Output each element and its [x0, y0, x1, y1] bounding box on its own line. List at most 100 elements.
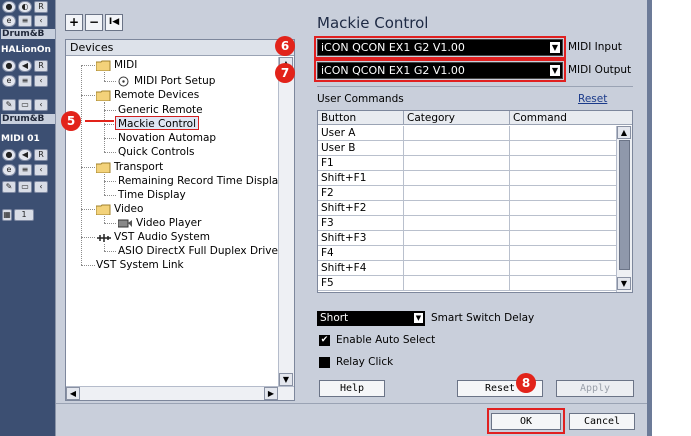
cell-category[interactable] [404, 171, 510, 186]
tree-item-midi[interactable]: MIDI [114, 58, 137, 72]
relay-click-checkbox[interactable] [319, 357, 330, 368]
table-row[interactable]: Shift+F1 [318, 171, 616, 186]
table-row[interactable]: F5 [318, 276, 616, 291]
table-row[interactable]: F3 [318, 216, 616, 231]
cell-command[interactable] [510, 231, 616, 246]
add-device-button[interactable]: + [65, 14, 83, 31]
tree-item-video-player[interactable]: Video Player [136, 216, 201, 230]
scroll-right-icon[interactable]: ▶ [264, 387, 278, 400]
smart-switch-delay-select[interactable]: Short ▼ [317, 311, 425, 326]
cell-category[interactable] [404, 201, 510, 216]
solo-icon[interactable]: ◐ [18, 1, 32, 13]
cell-category[interactable] [404, 216, 510, 231]
cancel-button[interactable]: Cancel [569, 413, 635, 430]
pencil-icon[interactable]: ✎ [2, 99, 16, 111]
table-row[interactable]: F1 [318, 156, 616, 171]
tree-item-mackie-control[interactable]: Mackie Control [115, 116, 200, 130]
track-name[interactable]: HALionOn [1, 45, 51, 55]
cell-category[interactable] [404, 141, 510, 156]
arrow-icon[interactable]: ‹ [34, 181, 48, 193]
arrow-icon[interactable]: ‹ [34, 75, 48, 87]
cell-command[interactable] [510, 276, 616, 291]
cell-command[interactable] [510, 171, 616, 186]
table-row[interactable]: User B [318, 141, 616, 156]
tree-item-vst-system-link[interactable]: VST System Link [96, 258, 184, 272]
edit-icon[interactable]: e [2, 164, 16, 176]
column-header-command[interactable]: Command [510, 111, 632, 125]
table-vertical-scrollbar[interactable]: ▲ ▼ [616, 126, 632, 292]
cell-category[interactable] [404, 126, 510, 141]
reset-device-button[interactable]: I◀ [105, 14, 123, 31]
cell-command[interactable] [510, 141, 616, 156]
cell-category[interactable] [404, 246, 510, 261]
tree-item-generic-remote[interactable]: Generic Remote [118, 103, 203, 117]
list-icon[interactable]: ≡ [18, 164, 32, 176]
cell-command[interactable] [510, 201, 616, 216]
record-icon[interactable]: ● [2, 60, 16, 72]
cell-category[interactable] [404, 231, 510, 246]
track-number[interactable]: 1 [14, 209, 34, 221]
tree-item-remote-devices[interactable]: Remote Devices [114, 88, 199, 102]
tree-vertical-scrollbar[interactable]: ▲ ▼ [278, 57, 294, 387]
table-row[interactable]: Shift+F4 [318, 261, 616, 276]
tree-item-novation-automap[interactable]: Novation Automap [118, 131, 216, 145]
track-name[interactable]: MIDI 01 [1, 134, 40, 144]
tree-item-vst-audio-system[interactable]: VST Audio System [114, 230, 210, 244]
tree-item-remaining-record-time[interactable]: Remaining Record Time Display [118, 174, 284, 188]
tree-item-asio-driver[interactable]: ASIO DirectX Full Duplex Driver [118, 244, 282, 258]
table-row[interactable]: User A [318, 126, 616, 141]
read-icon[interactable]: R [34, 149, 48, 161]
monitor-icon[interactable]: ◀ [18, 149, 32, 161]
table-row[interactable]: Shift+F2 [318, 201, 616, 216]
record-icon[interactable]: ● [2, 149, 16, 161]
read-icon[interactable]: R [34, 1, 48, 13]
scroll-down-icon[interactable]: ▼ [617, 277, 631, 290]
track-name[interactable]: Drum&B [1, 29, 55, 39]
chevron-down-icon[interactable]: ▼ [414, 313, 423, 323]
table-row[interactable]: F4 [318, 246, 616, 261]
tree-item-quick-controls[interactable]: Quick Controls [118, 145, 194, 159]
help-button[interactable]: Help [319, 380, 385, 397]
cell-category[interactable] [404, 186, 510, 201]
scroll-left-icon[interactable]: ◀ [66, 387, 80, 400]
apply-button[interactable]: Apply [556, 380, 634, 397]
scroll-thumb[interactable] [619, 140, 630, 270]
table-row[interactable]: Shift+F3 [318, 231, 616, 246]
tree-item-time-display[interactable]: Time Display [118, 188, 186, 202]
mute-icon[interactable]: ● [2, 1, 16, 13]
scroll-down-icon[interactable]: ▼ [279, 373, 293, 386]
edit-icon[interactable]: e [2, 75, 16, 87]
arrow-icon[interactable]: ‹ [34, 15, 48, 27]
cell-command[interactable] [510, 186, 616, 201]
folder-icon[interactable]: ▭ [18, 181, 32, 193]
tree-item-midi-port-setup[interactable]: MIDI Port Setup [134, 74, 215, 88]
enable-auto-select-checkbox[interactable]: ✔ [319, 335, 330, 346]
table-row[interactable]: F2 [318, 186, 616, 201]
tree-horizontal-scrollbar[interactable]: ◀ ▶ [66, 386, 294, 400]
cell-command[interactable] [510, 126, 616, 141]
cell-category[interactable] [404, 156, 510, 171]
monitor-icon[interactable]: ◀ [18, 60, 32, 72]
cell-category[interactable] [404, 261, 510, 276]
track-name[interactable]: Drum&B [1, 114, 55, 124]
arrow-icon[interactable]: ‹ [34, 164, 48, 176]
cell-command[interactable] [510, 216, 616, 231]
cell-command[interactable] [510, 246, 616, 261]
column-header-button[interactable]: Button [318, 111, 404, 125]
arrow-icon[interactable]: ‹ [34, 99, 48, 111]
list-icon[interactable]: ≡ [18, 15, 32, 27]
scroll-up-icon[interactable]: ▲ [617, 126, 631, 139]
list-icon[interactable]: ≡ [18, 75, 32, 87]
read-icon[interactable]: R [34, 60, 48, 72]
tree-item-video[interactable]: Video [114, 202, 143, 216]
edit-icon[interactable]: e [2, 15, 16, 27]
folder-icon[interactable]: ▭ [18, 99, 32, 111]
cell-command[interactable] [510, 156, 616, 171]
remove-device-button[interactable]: − [85, 14, 103, 31]
cell-command[interactable] [510, 261, 616, 276]
tree-item-transport[interactable]: Transport [114, 160, 163, 174]
column-header-category[interactable]: Category [404, 111, 510, 125]
pencil-icon[interactable]: ✎ [2, 181, 16, 193]
reset-link[interactable]: Reset [578, 93, 607, 105]
cell-category[interactable] [404, 276, 510, 291]
